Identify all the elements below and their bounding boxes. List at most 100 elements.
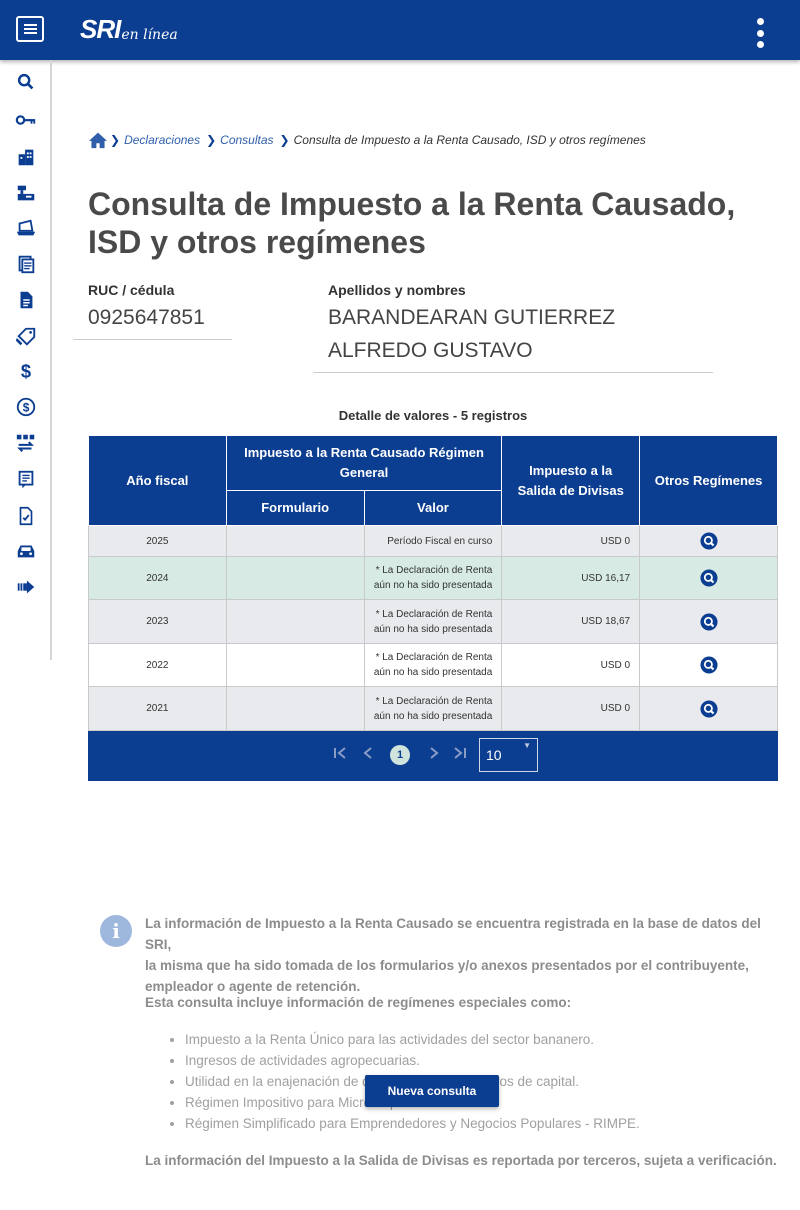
rows-per-page-value: 10 — [486, 747, 502, 763]
page-title: Consulta de Impuesto a la Renta Causado,… — [88, 186, 736, 260]
cell-value-line1: * La Declaración de Renta — [375, 608, 493, 620]
cell-value-line1: * La Declaración de Renta — [375, 565, 493, 576]
chevron-down-icon: ▼ — [523, 741, 531, 750]
cell-others — [639, 599, 778, 644]
cell-value: * La Declaración de Renta aún no ha sido … — [363, 643, 503, 687]
table-caption: Detalle de valores - 5 registros — [338, 408, 528, 423]
cell-value: * La Declaración de Renta aún no ha sido … — [363, 599, 503, 644]
last-page-icon[interactable] — [452, 745, 468, 765]
svg-text:$: $ — [23, 401, 30, 415]
col-year: Año fiscal — [88, 435, 227, 526]
search-icon[interactable] — [10, 68, 42, 96]
key-icon[interactable] — [10, 106, 42, 134]
col-form: Formulario — [225, 490, 365, 526]
list-item: Ingresos de actividades agropecuarias. — [185, 1050, 785, 1071]
info-line: La información de Impuesto a la Renta Ca… — [145, 916, 761, 952]
chevron-right-icon: ❯ — [279, 133, 290, 147]
rows-per-page-select[interactable]: 10 ▼ — [479, 738, 538, 772]
cell-isd: USD 0 — [501, 643, 641, 687]
checklist-icon[interactable] — [10, 502, 42, 530]
name-label: Apellidos y nombres — [328, 282, 466, 298]
col-isd: Impuesto a la Salida de Divisas — [501, 435, 641, 526]
cell-year: 2025 — [88, 525, 227, 557]
cell-others — [639, 686, 778, 731]
chevron-right-icon: ❯ — [110, 133, 121, 147]
page-number-current[interactable]: 1 — [390, 745, 410, 765]
cell-value-line2: aún no ha sido presentada — [373, 710, 493, 722]
forms-icon[interactable] — [10, 466, 42, 494]
col-group: Impuesto a la Renta Causado Régimen Gene… — [225, 435, 503, 491]
cell-others — [639, 525, 778, 557]
search-detail-icon[interactable] — [699, 569, 718, 587]
search-detail-icon[interactable] — [699, 699, 718, 718]
next-page-icon[interactable] — [426, 745, 442, 765]
search-detail-icon[interactable] — [699, 656, 718, 674]
values-table: Año fiscal Impuesto a la Renta Causado R… — [88, 435, 778, 731]
cell-form — [225, 599, 365, 644]
id-underline — [73, 339, 232, 340]
cell-others — [639, 643, 778, 687]
cash-register-icon[interactable] — [10, 179, 42, 207]
info-paragraph-2: Esta consulta incluye información de reg… — [145, 995, 572, 1010]
col-others: Otros Regímenes — [639, 435, 778, 526]
laptop-inbox-icon[interactable] — [10, 215, 42, 243]
document-icon[interactable] — [10, 286, 42, 314]
home-icon[interactable] — [88, 131, 108, 149]
cell-isd: USD 16,17 — [501, 556, 641, 600]
cell-form — [225, 556, 365, 600]
cell-year: 2022 — [88, 643, 227, 687]
cell-value-line1: Período Fiscal en curso — [387, 535, 493, 547]
buildings-icon[interactable] — [10, 143, 42, 171]
search-detail-icon[interactable] — [699, 612, 718, 631]
cell-year: 2021 — [88, 686, 227, 731]
cell-value: * La Declaración de Renta aún no ha sido … — [363, 686, 503, 731]
cell-value-line1: * La Declaración de Renta — [375, 695, 493, 707]
more-options-icon[interactable] — [756, 18, 764, 48]
exchange-icon[interactable] — [10, 429, 42, 457]
hamburger-menu-icon[interactable] — [16, 16, 44, 42]
table-row: 2023 * La Declaración de Renta aún no ha … — [88, 599, 778, 644]
table-row: 2021 * La Declaración de Renta aún no ha … — [88, 686, 778, 731]
dollar-circle-icon[interactable]: $ — [10, 393, 42, 421]
cell-isd: USD 0 — [501, 686, 641, 731]
name-underline — [313, 372, 713, 373]
hand-tag-icon[interactable] — [10, 323, 42, 351]
logo-suffix: en línea — [121, 27, 178, 43]
breadcrumb-consultas[interactable]: Consultas — [220, 133, 273, 147]
chevron-right-icon: ❯ — [206, 133, 217, 147]
col-value: Valor — [363, 490, 503, 526]
dollar-icon[interactable]: $ — [10, 357, 42, 385]
search-detail-icon[interactable] — [699, 532, 718, 550]
cell-value-line2: aún no ha sido presentada — [373, 580, 493, 591]
cell-isd: USD 0 — [501, 525, 641, 557]
cell-form — [225, 525, 365, 557]
table-paginator: 1 10 ▼ — [88, 731, 778, 781]
cell-value-line2: aún no ha sido presentada — [373, 623, 493, 635]
sri-logo[interactable]: SRI en línea — [80, 14, 178, 45]
new-query-button[interactable]: Nueva consulta — [365, 1075, 499, 1107]
cell-year: 2024 — [88, 556, 227, 600]
name-value-line2: ALFREDO GUSTAVO — [328, 339, 533, 362]
logo-brand: SRI — [80, 14, 121, 44]
car-icon[interactable] — [10, 537, 42, 565]
cell-value: Período Fiscal en curso — [363, 525, 503, 557]
name-value-line1: BARANDEARAN GUTIERREZ — [328, 306, 616, 329]
breadcrumb-current: Consulta de Impuesto a la Renta Causado,… — [293, 133, 646, 147]
table-row: 2024 * La Declaración de Renta aún no ha … — [88, 556, 778, 600]
documents-icon[interactable] — [10, 250, 42, 278]
cell-others — [639, 556, 778, 600]
breadcrumb-declaraciones[interactable]: Declaraciones — [124, 133, 200, 147]
list-item: Impuesto a la Renta Único para las activ… — [185, 1029, 785, 1050]
cell-value-line2: aún no ha sido presentada — [373, 667, 493, 678]
top-app-bar: SRI en línea — [0, 0, 800, 60]
arrow-right-icon[interactable] — [10, 573, 42, 601]
info-icon: i — [100, 915, 132, 947]
id-label: RUC / cédula — [88, 282, 175, 298]
breadcrumb: ❯ Declaraciones ❯ Consultas ❯ Consulta d… — [88, 131, 646, 149]
previous-page-icon[interactable] — [360, 745, 376, 765]
cell-year: 2023 — [88, 599, 227, 644]
first-page-icon[interactable] — [332, 745, 348, 765]
cell-form — [225, 686, 365, 731]
info-line: la misma que ha sido tomada de los formu… — [145, 958, 749, 973]
list-item: Régimen Simplificado para Emprendedores … — [185, 1113, 785, 1134]
